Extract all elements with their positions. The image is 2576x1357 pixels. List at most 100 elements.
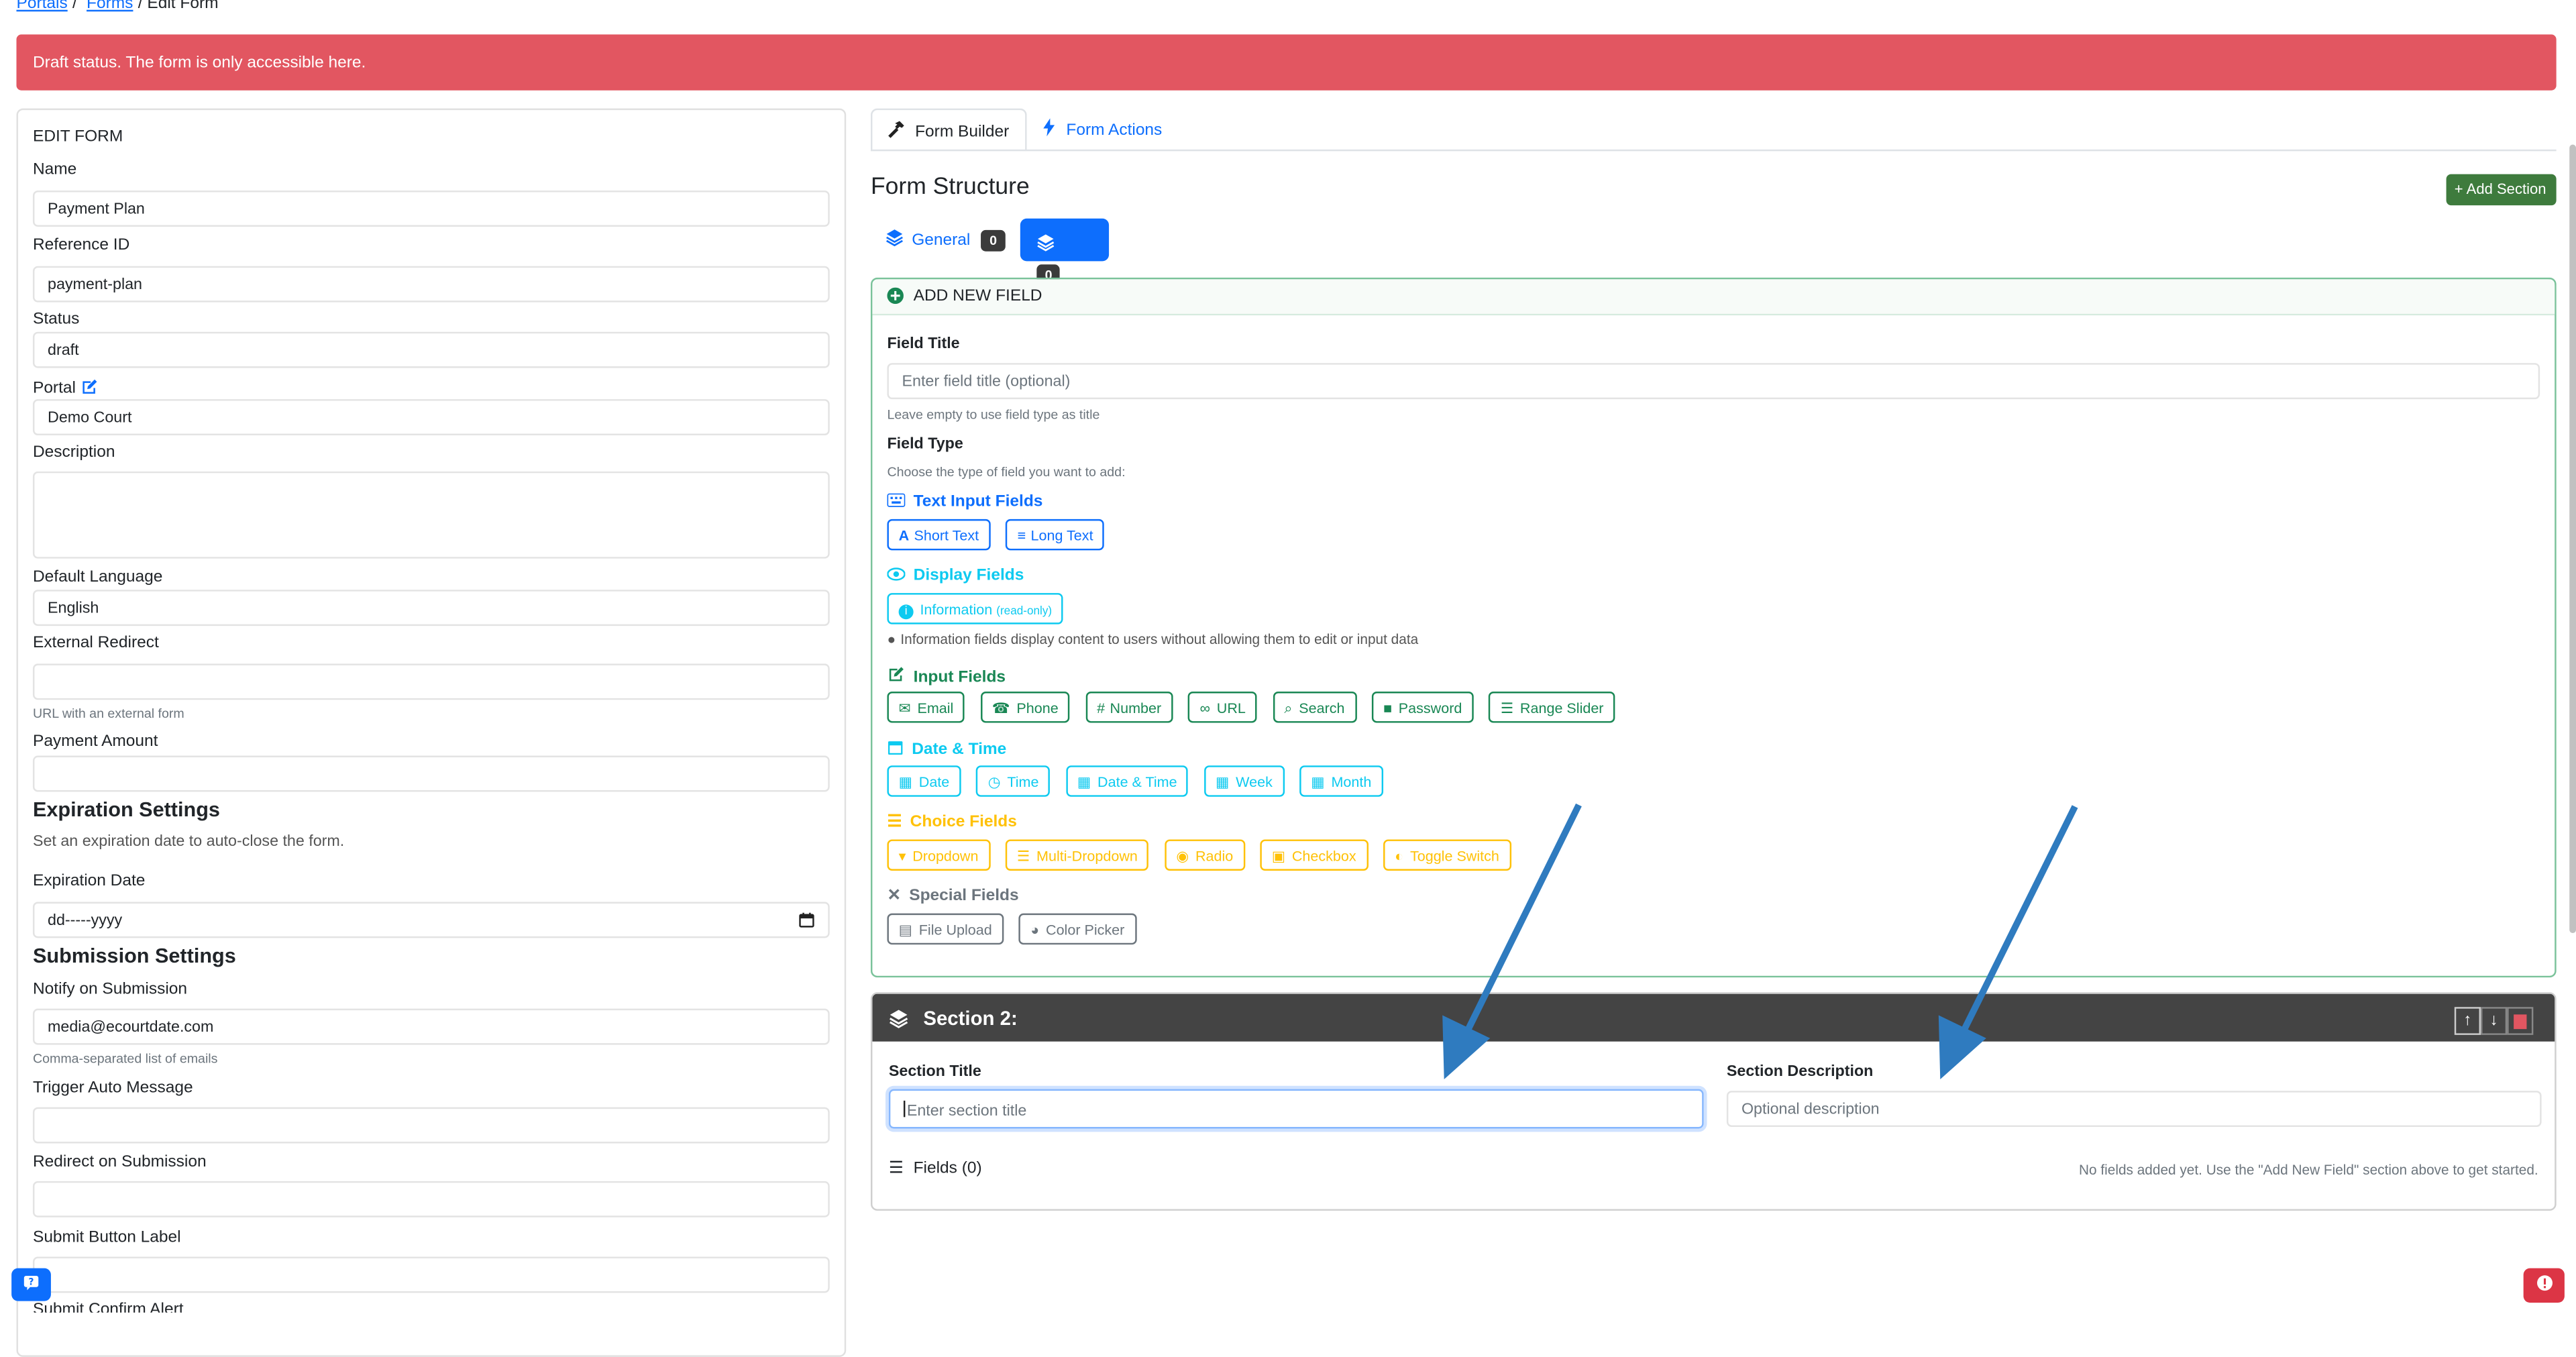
svg-text:?: ? bbox=[29, 1277, 34, 1288]
scrollbar-thumb[interactable] bbox=[2569, 144, 2576, 934]
section-title-input[interactable]: Enter section title bbox=[888, 1089, 1704, 1129]
external-redirect-input[interactable] bbox=[32, 663, 830, 700]
input-fields-heading: Input Fields bbox=[887, 665, 1006, 687]
submit-button-label-input[interactable] bbox=[32, 1256, 830, 1293]
dropdown-button[interactable]: ▾ Dropdown bbox=[887, 839, 990, 871]
calendar-heading-icon bbox=[887, 739, 903, 755]
file-upload-button[interactable]: ▤ File Upload bbox=[887, 913, 1004, 945]
move-up-button[interactable]: ↑ bbox=[2454, 1007, 2481, 1035]
reference-id-input[interactable]: payment-plan bbox=[32, 266, 830, 303]
multi-dropdown-button[interactable]: ☰ Multi-Dropdown bbox=[1005, 839, 1150, 871]
breadcrumb-forms-link[interactable]: Forms bbox=[87, 0, 133, 13]
phone-button[interactable]: ☎ Phone bbox=[980, 692, 1070, 723]
date-time-button[interactable]: ▦ Date & Time bbox=[1065, 765, 1189, 797]
information-button[interactable]: i Information (read-only) bbox=[887, 593, 1064, 625]
url-label: URL bbox=[1216, 700, 1246, 716]
breadcrumb-portals-link[interactable]: Portals bbox=[16, 0, 67, 13]
default-language-select[interactable]: English bbox=[32, 590, 830, 627]
input-buttons: ✉ Email ☎ Phone # Number ∞ URL ⌕ Search ■ Pass… bbox=[887, 692, 1623, 723]
sliders-icon: ☰ bbox=[1500, 700, 1514, 716]
email-button[interactable]: ✉ Email bbox=[887, 692, 965, 723]
description-textarea[interactable] bbox=[32, 471, 830, 559]
section-description-input[interactable]: Optional description bbox=[1726, 1091, 2542, 1128]
expiration-settings-description: Set an expiration date to auto-close the… bbox=[32, 832, 345, 851]
short-text-button[interactable]: A Short Text bbox=[887, 519, 991, 551]
error-indicator-button[interactable] bbox=[2523, 1268, 2565, 1303]
calendar-icon[interactable] bbox=[798, 912, 814, 928]
check-square-icon: ▣ bbox=[1271, 847, 1286, 865]
tab-form-builder[interactable]: Form Builder bbox=[870, 108, 1027, 152]
text-input-fields-heading: Text Input Fields bbox=[887, 493, 1042, 511]
number-label: Number bbox=[1110, 700, 1162, 716]
url-button[interactable]: ∞ URL bbox=[1188, 692, 1258, 723]
radio-button[interactable]: ◉ Radio bbox=[1165, 839, 1245, 871]
week-button[interactable]: ▦ Week bbox=[1203, 765, 1285, 797]
display-fields-label: Display Fields bbox=[913, 566, 1024, 585]
phone-label: Phone bbox=[1016, 700, 1059, 716]
file-upload-label: File Upload bbox=[918, 921, 992, 938]
tab-form-actions[interactable]: Form Actions bbox=[1042, 118, 1162, 140]
calendar-week-icon: ▦ bbox=[1216, 773, 1230, 790]
draft-alert: Draft status. The form is only accessibl… bbox=[16, 34, 2557, 91]
portal-select[interactable]: Demo Court bbox=[32, 399, 830, 435]
date-button[interactable]: ▦ Date bbox=[887, 765, 961, 797]
field-type-label: Field Type bbox=[887, 435, 963, 453]
pencil-square-icon bbox=[887, 665, 905, 684]
file-icon: ▤ bbox=[898, 921, 912, 938]
submit-button-label-label: Submit Button Label bbox=[32, 1228, 181, 1247]
section-tab-active[interactable]: 0 bbox=[1020, 218, 1110, 286]
palette-icon: ◕ bbox=[1030, 921, 1040, 938]
section-tab-general[interactable]: General 0 bbox=[885, 228, 1006, 252]
short-text-label: Short Text bbox=[914, 527, 979, 544]
trigger-auto-message-select[interactable] bbox=[32, 1107, 830, 1144]
delete-section-button[interactable]: ▆ bbox=[2507, 1007, 2534, 1035]
name-input[interactable]: Payment Plan bbox=[32, 191, 830, 227]
notify-on-submission-input[interactable]: media@ecourtdate.com bbox=[32, 1008, 830, 1045]
checkbox-button[interactable]: ▣ Checkbox bbox=[1260, 839, 1368, 871]
number-button[interactable]: # Number bbox=[1085, 692, 1173, 723]
plus-circle-icon bbox=[887, 287, 904, 305]
payment-amount-input[interactable] bbox=[32, 755, 830, 792]
keyboard-icon bbox=[887, 493, 906, 508]
section-title-placeholder: Enter section title bbox=[906, 1102, 1027, 1121]
layers-section-icon bbox=[889, 1009, 908, 1028]
section-title-text: Section 2: bbox=[923, 1007, 1018, 1030]
section-header bbox=[872, 993, 2555, 1042]
page: Portals / Forms / Edit Form Draft status. … bbox=[0, 0, 2576, 1357]
time-button[interactable]: ◷ Time bbox=[976, 765, 1051, 797]
layers-icon bbox=[885, 228, 904, 247]
display-note: ● Information fields display content to u… bbox=[887, 631, 1418, 647]
color-picker-button[interactable]: ◕ Color Picker bbox=[1019, 913, 1136, 945]
edit-icon[interactable] bbox=[80, 378, 99, 396]
clock-icon: ◷ bbox=[987, 773, 1001, 790]
choice-fields-label: Choice Fields bbox=[910, 813, 1017, 832]
redirect-on-submission-input[interactable] bbox=[32, 1181, 830, 1217]
help-chat-button[interactable]: ? bbox=[11, 1268, 51, 1301]
no-fields-message: No fields added yet. Use the "Add New Fi… bbox=[2078, 1161, 2538, 1178]
password-button[interactable]: ■ Password bbox=[1371, 692, 1474, 723]
search-label: Search bbox=[1299, 700, 1345, 716]
text-input-fields-label: Text Input Fields bbox=[913, 492, 1043, 511]
list-icon: ☰ bbox=[887, 813, 902, 832]
search-button[interactable]: ⌕ Search bbox=[1273, 692, 1356, 723]
move-down-button[interactable]: ↓ bbox=[2480, 1007, 2508, 1035]
expiration-date-input[interactable]: dd-----yyyy bbox=[32, 902, 830, 938]
special-fields-label: Special Fields bbox=[909, 887, 1019, 906]
notify-help: Comma-separated list of emails bbox=[32, 1051, 218, 1067]
month-button[interactable]: ▦ Month bbox=[1299, 765, 1383, 797]
field-title-input[interactable]: Enter field title (optional) bbox=[887, 363, 2540, 400]
status-select[interactable]: draft bbox=[32, 331, 830, 368]
range-slider-button[interactable]: ☰ Range Slider bbox=[1489, 692, 1615, 723]
phone-icon: ☎ bbox=[991, 700, 1010, 716]
section-card: Section 2: ↑ ↓ ▆ Section Title Enter secti… bbox=[870, 992, 2557, 1211]
long-text-button[interactable]: ≡ Long Text bbox=[1006, 519, 1105, 551]
expiration-settings-heading: Expiration Settings bbox=[32, 798, 220, 822]
add-section-button[interactable]: + Add Section bbox=[2446, 174, 2557, 206]
special-buttons: ▤ File Upload ◕ Color Picker bbox=[887, 913, 1144, 945]
lightning-icon bbox=[1042, 118, 1057, 137]
lock-icon: ■ bbox=[1383, 700, 1392, 716]
text-input-buttons: A Short Text ≡ Long Text bbox=[887, 519, 1113, 551]
date-label: Date bbox=[918, 773, 950, 790]
fields-count-label: Fields (0) bbox=[913, 1159, 982, 1178]
exclamation-circle-icon bbox=[2536, 1274, 2552, 1291]
